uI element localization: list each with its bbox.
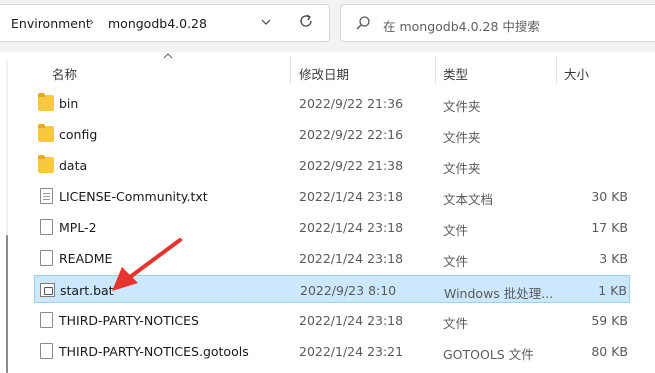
column-name[interactable]: 名称: [52, 64, 77, 83]
file-type: GOTOOLS 文件: [443, 347, 534, 362]
file-name: README: [59, 251, 113, 266]
file-size: 3 KB: [599, 251, 628, 266]
scrollbar-thumb[interactable]: [6, 235, 8, 373]
file-name: THIRD-PARTY-NOTICES.gotools: [59, 344, 249, 359]
file-date: 2022/1/24 23:21: [299, 344, 404, 359]
file-name: MPL-2: [59, 220, 97, 235]
search-icon: [356, 16, 370, 30]
file-date: 2022/1/24 23:18: [299, 251, 404, 266]
refresh-icon[interactable]: [295, 13, 317, 35]
navigation-bar: Environment › mongodb4.0.28 在 mongodb4.0…: [0, 0, 655, 52]
file-date: 2022/9/23 8:10: [300, 283, 397, 298]
file-row[interactable]: THIRD-PARTY-NOTICES.gotools 2022/1/24 23…: [34, 337, 630, 365]
file-icon: [40, 250, 53, 266]
file-date: 2022/9/22 21:38: [299, 158, 404, 173]
file-icon: [40, 343, 53, 359]
file-date: 2022/1/24 23:18: [299, 313, 404, 328]
file-date: 2022/1/24 23:18: [299, 189, 404, 204]
file-name: start.bat: [60, 283, 114, 298]
column-size[interactable]: 大小: [564, 64, 589, 83]
file-date: 2022/9/22 21:36: [299, 96, 404, 111]
column-divider[interactable]: [290, 56, 291, 84]
file-type: 文件夹: [443, 99, 481, 114]
file-name: config: [59, 127, 98, 142]
file-type: 文件: [443, 254, 469, 269]
file-name: data: [59, 158, 88, 173]
file-name: bin: [59, 96, 79, 111]
column-divider[interactable]: [435, 56, 436, 84]
file-row[interactable]: data 2022/9/22 21:38 文件夹: [34, 151, 630, 179]
file-icon: [40, 312, 53, 328]
file-date: 2022/1/24 23:18: [299, 220, 404, 235]
address-bar[interactable]: Environment › mongodb4.0.28: [0, 4, 330, 42]
column-type[interactable]: 类型: [443, 64, 468, 83]
file-name: LICENSE-Community.txt: [59, 189, 208, 204]
text-file-icon: [40, 188, 53, 204]
file-row[interactable]: bin 2022/9/22 21:36 文件夹: [34, 89, 630, 117]
column-divider[interactable]: [556, 56, 557, 84]
file-name: THIRD-PARTY-NOTICES: [59, 313, 199, 328]
chevron-down-icon[interactable]: [257, 14, 275, 34]
file-type: 文件夹: [443, 130, 481, 145]
breadcrumb-separator[interactable]: ›: [89, 15, 94, 30]
file-row[interactable]: THIRD-PARTY-NOTICES 2022/1/24 23:18 文件 5…: [34, 306, 630, 334]
file-type: Windows 批处理...: [444, 286, 554, 301]
file-row[interactable]: config 2022/9/22 22:16 文件夹: [34, 120, 630, 148]
folder-icon: [38, 93, 54, 111]
column-header: 名称 修改日期 类型 大小: [0, 52, 655, 86]
search-box[interactable]: 在 mongodb4.0.28 中搜索: [340, 4, 655, 42]
file-type: 文件夹: [443, 161, 481, 176]
sort-ascending-icon: [163, 52, 173, 63]
file-size: 1 KB: [598, 283, 627, 298]
folder-icon: [38, 155, 54, 173]
folder-icon: [38, 124, 54, 142]
annotation-arrow-icon: [112, 238, 182, 291]
file-size: 30 KB: [591, 189, 628, 204]
file-size: 17 KB: [591, 220, 628, 235]
file-size: 59 KB: [591, 313, 628, 328]
file-icon: [40, 219, 53, 235]
file-type: 文本文档: [443, 192, 494, 207]
search-input[interactable]: 在 mongodb4.0.28 中搜索: [383, 16, 540, 35]
column-date[interactable]: 修改日期: [299, 64, 349, 83]
file-type: 文件: [443, 316, 469, 331]
breadcrumb-mongodb[interactable]: mongodb4.0.28: [108, 16, 207, 31]
file-type: 文件: [443, 223, 469, 238]
breadcrumb-environment[interactable]: Environment: [11, 16, 91, 31]
file-date: 2022/9/22 22:16: [299, 127, 404, 142]
batch-file-icon: [40, 283, 55, 297]
file-row[interactable]: LICENSE-Community.txt 2022/1/24 23:18 文本…: [34, 182, 630, 210]
file-list-pane: 名称 修改日期 类型 大小 bin 2022/9/22 21:36 文件夹 co…: [0, 52, 655, 373]
file-size: 80 KB: [591, 344, 628, 359]
